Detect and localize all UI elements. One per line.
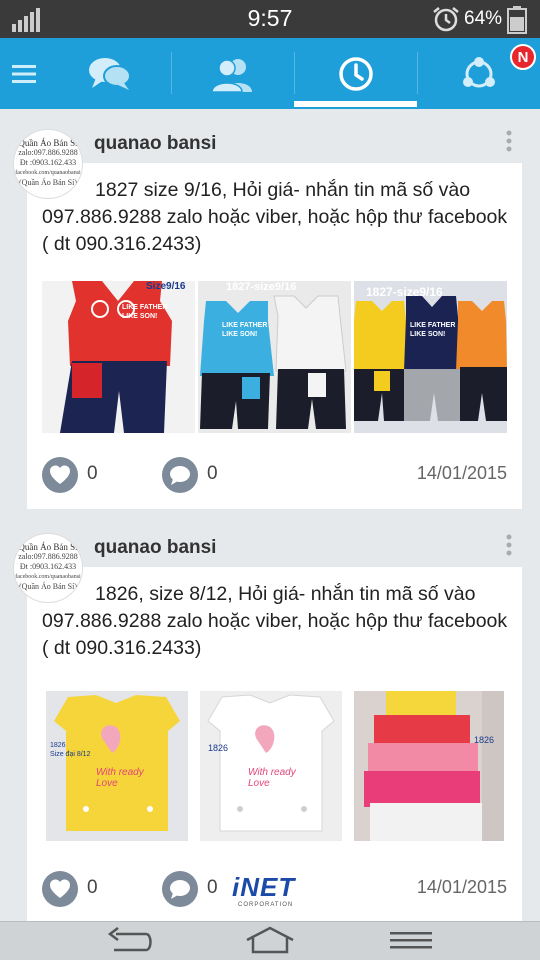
post-footer: 0 0 14/01/2015: [27, 453, 522, 493]
photo-grid: LIKE FATHER LIKE SON! Size9/16 1827-size…: [42, 281, 507, 433]
back-icon[interactable]: [104, 926, 154, 956]
photo-thumbnail[interactable]: 1827-size9/16 LIKE FATHER LIKE SON!: [354, 281, 507, 433]
battery-percent: 64%: [464, 8, 503, 29]
battery-icon: [507, 6, 527, 34]
clock-icon: [338, 56, 373, 91]
tab-menu[interactable]: [0, 38, 48, 109]
avatar[interactable]: Quần Áo Bán Sỉ zalo:097.886.9288 Đt :090…: [13, 129, 83, 199]
status-bar: 9:57 64%: [0, 0, 540, 38]
post-author[interactable]: quanao bansi: [94, 133, 216, 155]
post-date: 14/01/2015: [416, 463, 507, 483]
photo-thumbnail[interactable]: 1826: [354, 691, 504, 841]
tab-timeline[interactable]: [294, 38, 417, 109]
comment-icon: [170, 466, 190, 485]
tab-chat[interactable]: [48, 38, 171, 109]
like-count: 0: [87, 877, 98, 898]
menu-lines-icon[interactable]: [388, 926, 434, 956]
more-options-icon[interactable]: [505, 533, 513, 557]
like-button[interactable]: [42, 871, 78, 907]
timeline-feed[interactable]: quanao bansi Quần Áo Bán Sỉ zalo:097.886…: [0, 109, 540, 921]
comment-count: 0: [207, 463, 218, 484]
heart-icon: [50, 879, 70, 898]
notification-badge: N: [510, 44, 536, 70]
tab-friends[interactable]: [171, 38, 294, 109]
post-text: 1827 size 9/16, Hỏi giá- nhắn tin mã số …: [42, 179, 508, 255]
post-author[interactable]: quanao bansi: [94, 537, 216, 559]
active-tab-indicator: [294, 101, 417, 107]
hamburger-menu-icon: [12, 64, 36, 83]
avatar[interactable]: Quần Áo Bán Sỉ zalo:097.886.9288 Đt :090…: [13, 533, 83, 603]
top-navigation: N: [0, 38, 540, 109]
photo-thumbnail[interactable]: 1826 Size đại 8/12 With ready Love: [46, 691, 188, 841]
comment-button[interactable]: [162, 457, 198, 493]
post-content: 1827 size 9/16, Hỏi giá- nhắn tin mã số …: [27, 163, 522, 509]
photo-thumbnail[interactable]: LIKE FATHER LIKE SON! Size9/16: [42, 281, 195, 433]
more-options-icon[interactable]: [505, 129, 513, 153]
post-date: 14/01/2015: [416, 877, 507, 897]
heart-icon: [50, 465, 70, 484]
post-card: quanao bansi Quần Áo Bán Sỉ zalo:097.886…: [13, 109, 522, 509]
comment-count: 0: [207, 877, 218, 898]
inet-logo: iNET CORPORATION: [232, 872, 296, 908]
home-icon[interactable]: [243, 926, 297, 956]
comment-button[interactable]: [162, 871, 198, 907]
post-header: quanao bansi: [27, 513, 522, 567]
photo-thumbnail[interactable]: 1826 With ready Love: [200, 691, 342, 841]
like-button[interactable]: [42, 457, 78, 493]
photo-thumbnail[interactable]: 1827-size9/16 LIKE FATHER LIKE SON!: [198, 281, 351, 433]
friends-icon: [210, 58, 252, 92]
chat-bubbles-icon: [88, 57, 131, 90]
photo-grid: 1826 Size đại 8/12 With ready Love 1826 …: [42, 691, 507, 841]
post-header: quanao bansi: [27, 109, 522, 163]
share-network-icon: [462, 56, 495, 87]
post-text: 1826, size 8/12, Hỏi giá- nhắn tin mã số…: [42, 583, 508, 659]
system-navigation-bar: [0, 921, 540, 960]
alarm-icon: [433, 7, 459, 32]
comment-icon: [170, 880, 190, 899]
like-count: 0: [87, 463, 98, 484]
